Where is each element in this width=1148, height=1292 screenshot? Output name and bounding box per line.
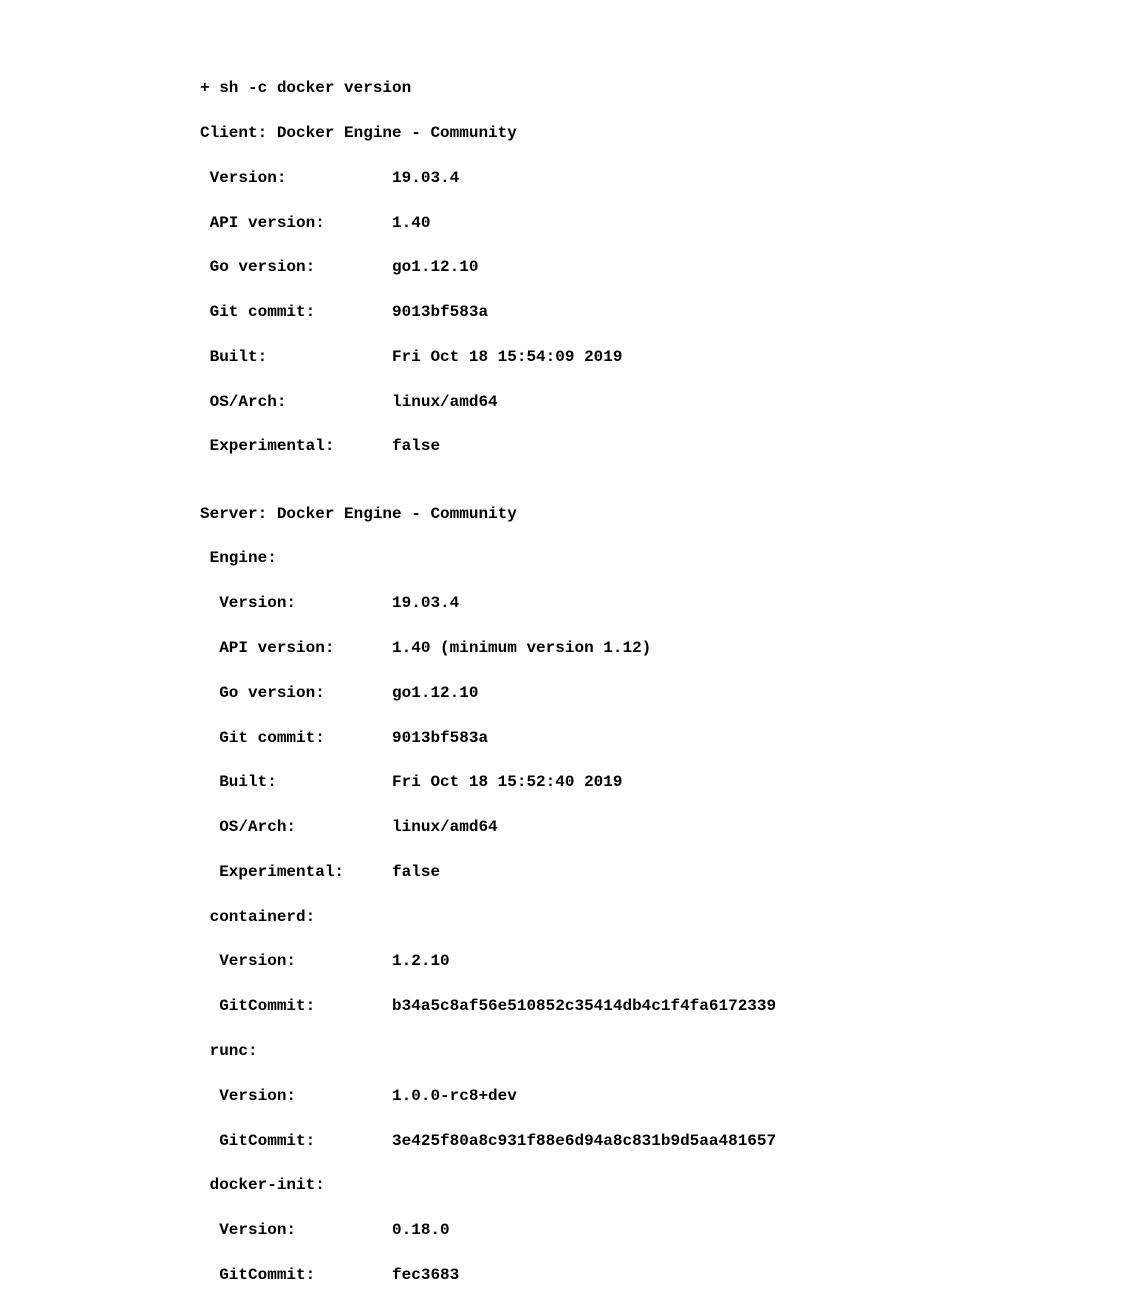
containerd-git-commit: GitCommit: b34a5c8af56e510852c35414db4c1… <box>200 995 1148 1017</box>
label: Built: <box>200 773 392 791</box>
runc-git-commit: GitCommit: 3e425f80a8c931f88e6d94a8c831b… <box>200 1130 1148 1152</box>
label: Version: <box>200 169 392 187</box>
engine-git-commit: Git commit: 9013bf583a <box>200 727 1148 749</box>
value: 1.40 (minimum version 1.12) <box>392 639 651 657</box>
label: Version: <box>200 1221 392 1239</box>
label: OS/Arch: <box>200 393 392 411</box>
server-header: Server: Docker Engine - Community <box>200 503 1148 525</box>
value: 1.2.10 <box>392 952 450 970</box>
label: OS/Arch: <box>200 818 392 836</box>
label: GitCommit: <box>200 1266 392 1284</box>
label: Experimental: <box>200 863 392 881</box>
label: Version: <box>200 1087 392 1105</box>
client-git-commit: Git commit: 9013bf583a <box>200 301 1148 323</box>
value: 9013bf583a <box>392 729 488 747</box>
docker-init-version: Version: 0.18.0 <box>200 1219 1148 1241</box>
label: Go version: <box>200 684 392 702</box>
value: fec3683 <box>392 1266 459 1284</box>
value: go1.12.10 <box>392 258 478 276</box>
label: Experimental: <box>200 437 392 455</box>
engine-header: Engine: <box>200 547 1148 569</box>
engine-api-version: API version: 1.40 (minimum version 1.12) <box>200 637 1148 659</box>
client-api-version: API version: 1.40 <box>200 212 1148 234</box>
engine-version: Version: 19.03.4 <box>200 592 1148 614</box>
engine-built: Built: Fri Oct 18 15:52:40 2019 <box>200 771 1148 793</box>
engine-experimental: Experimental: false <box>200 861 1148 883</box>
label: Version: <box>200 594 392 612</box>
label: Git commit: <box>200 729 392 747</box>
value: 0.18.0 <box>392 1221 450 1239</box>
label: API version: <box>200 214 392 232</box>
client-os-arch: OS/Arch: linux/amd64 <box>200 391 1148 413</box>
value: b34a5c8af56e510852c35414db4c1f4fa6172339 <box>392 997 776 1015</box>
value: 9013bf583a <box>392 303 488 321</box>
value: 1.0.0-rc8+dev <box>392 1087 517 1105</box>
client-go-version: Go version: go1.12.10 <box>200 256 1148 278</box>
value: Fri Oct 18 15:54:09 2019 <box>392 348 622 366</box>
value: 19.03.4 <box>392 169 459 187</box>
docker-init-git-commit: GitCommit: fec3683 <box>200 1264 1148 1286</box>
client-header: Client: Docker Engine - Community <box>200 122 1148 144</box>
value: 19.03.4 <box>392 594 459 612</box>
label: Go version: <box>200 258 392 276</box>
command-line: + sh -c docker version <box>200 77 1148 99</box>
runc-header: runc: <box>200 1040 1148 1062</box>
value: Fri Oct 18 15:52:40 2019 <box>392 773 622 791</box>
value: false <box>392 437 440 455</box>
value: false <box>392 863 440 881</box>
label: GitCommit: <box>200 997 392 1015</box>
label: GitCommit: <box>200 1132 392 1150</box>
docker-init-header: docker-init: <box>200 1174 1148 1196</box>
client-version: Version: 19.03.4 <box>200 167 1148 189</box>
value: linux/amd64 <box>392 393 498 411</box>
containerd-header: containerd: <box>200 906 1148 928</box>
runc-version: Version: 1.0.0-rc8+dev <box>200 1085 1148 1107</box>
value: 1.40 <box>392 214 430 232</box>
containerd-version: Version: 1.2.10 <box>200 950 1148 972</box>
client-built: Built: Fri Oct 18 15:54:09 2019 <box>200 346 1148 368</box>
label: API version: <box>200 639 392 657</box>
engine-os-arch: OS/Arch: linux/amd64 <box>200 816 1148 838</box>
label: Git commit: <box>200 303 392 321</box>
engine-go-version: Go version: go1.12.10 <box>200 682 1148 704</box>
label: Version: <box>200 952 392 970</box>
value: 3e425f80a8c931f88e6d94a8c831b9d5aa481657 <box>392 1132 776 1150</box>
label: Built: <box>200 348 392 366</box>
value: linux/amd64 <box>392 818 498 836</box>
client-experimental: Experimental: false <box>200 435 1148 457</box>
value: go1.12.10 <box>392 684 478 702</box>
